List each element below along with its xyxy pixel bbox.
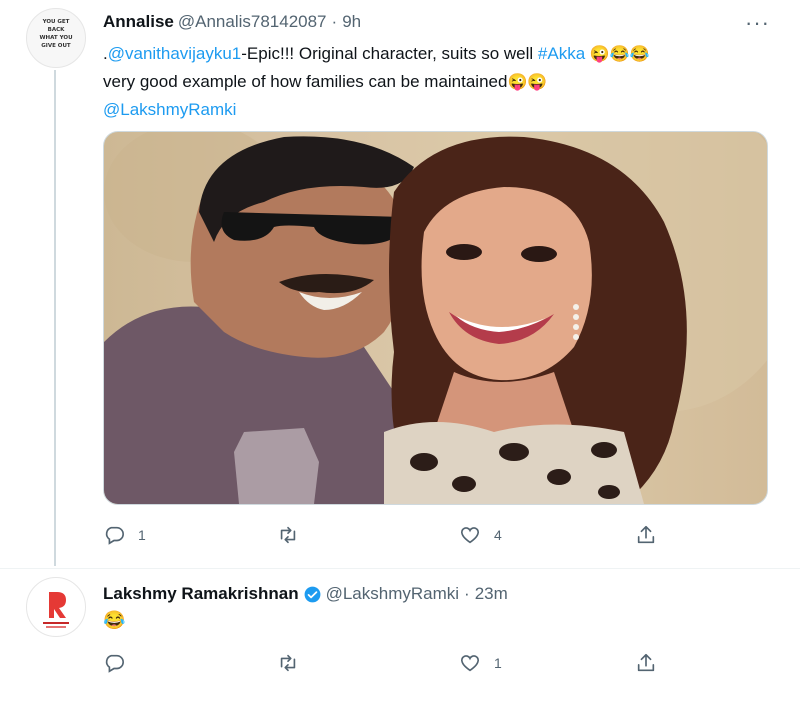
avatar-lakshmy[interactable] (26, 577, 86, 637)
avatar-caption: YOU GET BACK WHAT YOU GIVE OUT (39, 19, 73, 49)
tweet-time[interactable]: 9h (342, 12, 361, 32)
tweet-text: 😂 (103, 610, 126, 630)
text-part: very good example of how families can be… (103, 72, 508, 91)
header-separator: · (331, 12, 338, 31)
verified-icon (304, 586, 321, 602)
like-count: 4 (494, 527, 502, 543)
author-handle[interactable]: @Annalis78142087 (178, 12, 327, 32)
text-part: -Epic!!! Original character, suits so we… (241, 44, 538, 63)
share-icon (637, 653, 655, 672)
header-separator: · (464, 584, 470, 603)
like-count: 1 (494, 655, 502, 671)
reply-icon (105, 654, 124, 673)
retweet-button[interactable] (277, 652, 312, 674)
retweet-icon (280, 526, 296, 544)
tweet-annalise[interactable]: YOU GET BACK WHAT YOU GIVE OUT Annalise … (0, 0, 800, 568)
retweet-button[interactable] (277, 524, 312, 546)
mention-link[interactable]: @vanithavijayku1 (108, 44, 242, 63)
more-icon[interactable]: ··· (745, 10, 770, 36)
tweet-time[interactable]: 23m (475, 584, 508, 604)
reply-button[interactable]: 1 (103, 524, 146, 546)
like-button[interactable]: 4 (459, 524, 502, 546)
like-icon (460, 655, 480, 672)
tweet-lakshmy[interactable]: Lakshmy Ramakrishnan @LakshmyRamki · 23m… (0, 568, 800, 707)
action-bar: 1 (103, 652, 663, 674)
author-handle[interactable]: @LakshmyRamki (326, 584, 459, 604)
mention-link[interactable]: @LakshmyRamki (103, 100, 236, 119)
tweet-header: Lakshmy Ramakrishnan @LakshmyRamki · 23m (103, 583, 508, 605)
share-button[interactable] (635, 524, 657, 546)
tweet-photo[interactable] (103, 131, 768, 505)
like-icon (460, 527, 480, 544)
reply-icon (105, 526, 124, 545)
reply-button[interactable] (103, 652, 138, 674)
avatar-annalise[interactable]: YOU GET BACK WHAT YOU GIVE OUT (26, 8, 86, 68)
tweet-text: .@vanithavijayku1-Epic!!! Original chara… (103, 40, 743, 123)
photo-illustration (104, 132, 767, 504)
emoji-group: 😜😂😂 (589, 46, 650, 63)
share-button[interactable] (635, 652, 657, 674)
thread-line (54, 70, 56, 566)
share-icon (637, 525, 655, 544)
hashtag-link[interactable]: #Akka (538, 44, 585, 63)
reply-count: 1 (138, 527, 146, 543)
retweet-icon (280, 654, 296, 672)
emoji-group: 😜😜 (507, 74, 548, 91)
avatar-logo (43, 592, 69, 628)
like-button[interactable]: 1 (459, 652, 502, 674)
author-name[interactable]: Annalise (103, 12, 174, 32)
author-name[interactable]: Lakshmy Ramakrishnan (103, 584, 299, 604)
action-bar: 1 4 (103, 524, 663, 546)
tweet-header: Annalise @Annalis78142087 · 9h (103, 11, 361, 33)
